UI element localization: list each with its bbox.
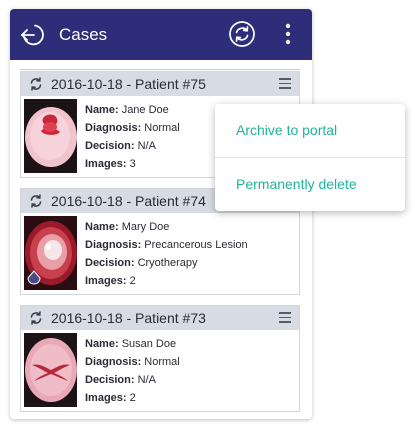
case-card[interactable]: 2016-10-18 - Patient #73 Name: Susan Doe… <box>20 305 300 412</box>
case-title: 2016-10-18 - Patient #75 <box>51 76 206 92</box>
sync-icon[interactable] <box>29 311 43 325</box>
case-card-header: 2016-10-18 - Patient #73 <box>21 306 299 330</box>
images-label: Images: <box>85 392 127 404</box>
images-label: Images: <box>85 158 127 170</box>
case-details: Name: Mary Doe Diagnosis: Precancerous L… <box>85 218 248 290</box>
sync-icon[interactable] <box>29 194 43 208</box>
name-label: Name: <box>85 338 119 350</box>
page-title: Cases <box>59 25 108 44</box>
divider <box>20 69 300 70</box>
hamburger-menu-icon[interactable] <box>279 78 291 90</box>
diagnosis-value: Precancerous Lesion <box>144 239 248 251</box>
patient-name: Jane Doe <box>121 104 169 116</box>
images-count: 3 <box>129 158 136 170</box>
case-thumbnail[interactable] <box>24 333 77 407</box>
case-title: 2016-10-18 - Patient #74 <box>51 193 206 209</box>
decision-label: Decision: <box>85 140 135 152</box>
images-count: 2 <box>129 392 136 404</box>
diagnosis-value: Normal <box>144 122 180 134</box>
patient-name: Susan Doe <box>121 338 177 350</box>
case-thumbnail[interactable] <box>24 99 77 173</box>
decision-label: Decision: <box>85 257 135 269</box>
more-vertical-icon[interactable] <box>280 21 296 47</box>
patient-name: Mary Doe <box>121 221 170 233</box>
diagnosis-label: Diagnosis: <box>85 356 142 368</box>
images-count: 2 <box>129 275 136 287</box>
diagnosis-label: Diagnosis: <box>85 122 142 134</box>
decision-value: N/A <box>137 140 156 152</box>
sync-icon[interactable] <box>29 77 43 91</box>
name-label: Name: <box>85 221 119 233</box>
decision-value: N/A <box>137 374 156 386</box>
archive-to-portal-item[interactable]: Archive to portal <box>215 104 405 157</box>
sync-icon[interactable] <box>228 20 256 48</box>
decision-value: Cryotherapy <box>137 257 198 269</box>
case-title: 2016-10-18 - Patient #73 <box>51 310 206 326</box>
hamburger-menu-icon[interactable] <box>279 312 291 324</box>
case-options-menu: Archive to portal Permanently delete <box>215 104 405 211</box>
case-card-header: 2016-10-18 - Patient #75 <box>21 72 299 96</box>
name-label: Name: <box>85 104 119 116</box>
case-thumbnail[interactable] <box>24 216 77 290</box>
diagnosis-value: Normal <box>144 356 180 368</box>
case-details: Name: Susan Doe Diagnosis: Normal Decisi… <box>85 335 180 407</box>
back-arrow-icon[interactable] <box>20 22 46 48</box>
diagnosis-label: Diagnosis: <box>85 239 142 251</box>
app-window: Cases 2016-10-18 - Patient #75 Name: Jan… <box>10 9 312 419</box>
case-details: Name: Jane Doe Diagnosis: Normal Decisio… <box>85 101 180 173</box>
decision-label: Decision: <box>85 374 135 386</box>
images-label: Images: <box>85 275 127 287</box>
app-bar: Cases <box>10 9 312 60</box>
permanently-delete-item[interactable]: Permanently delete <box>215 158 405 211</box>
